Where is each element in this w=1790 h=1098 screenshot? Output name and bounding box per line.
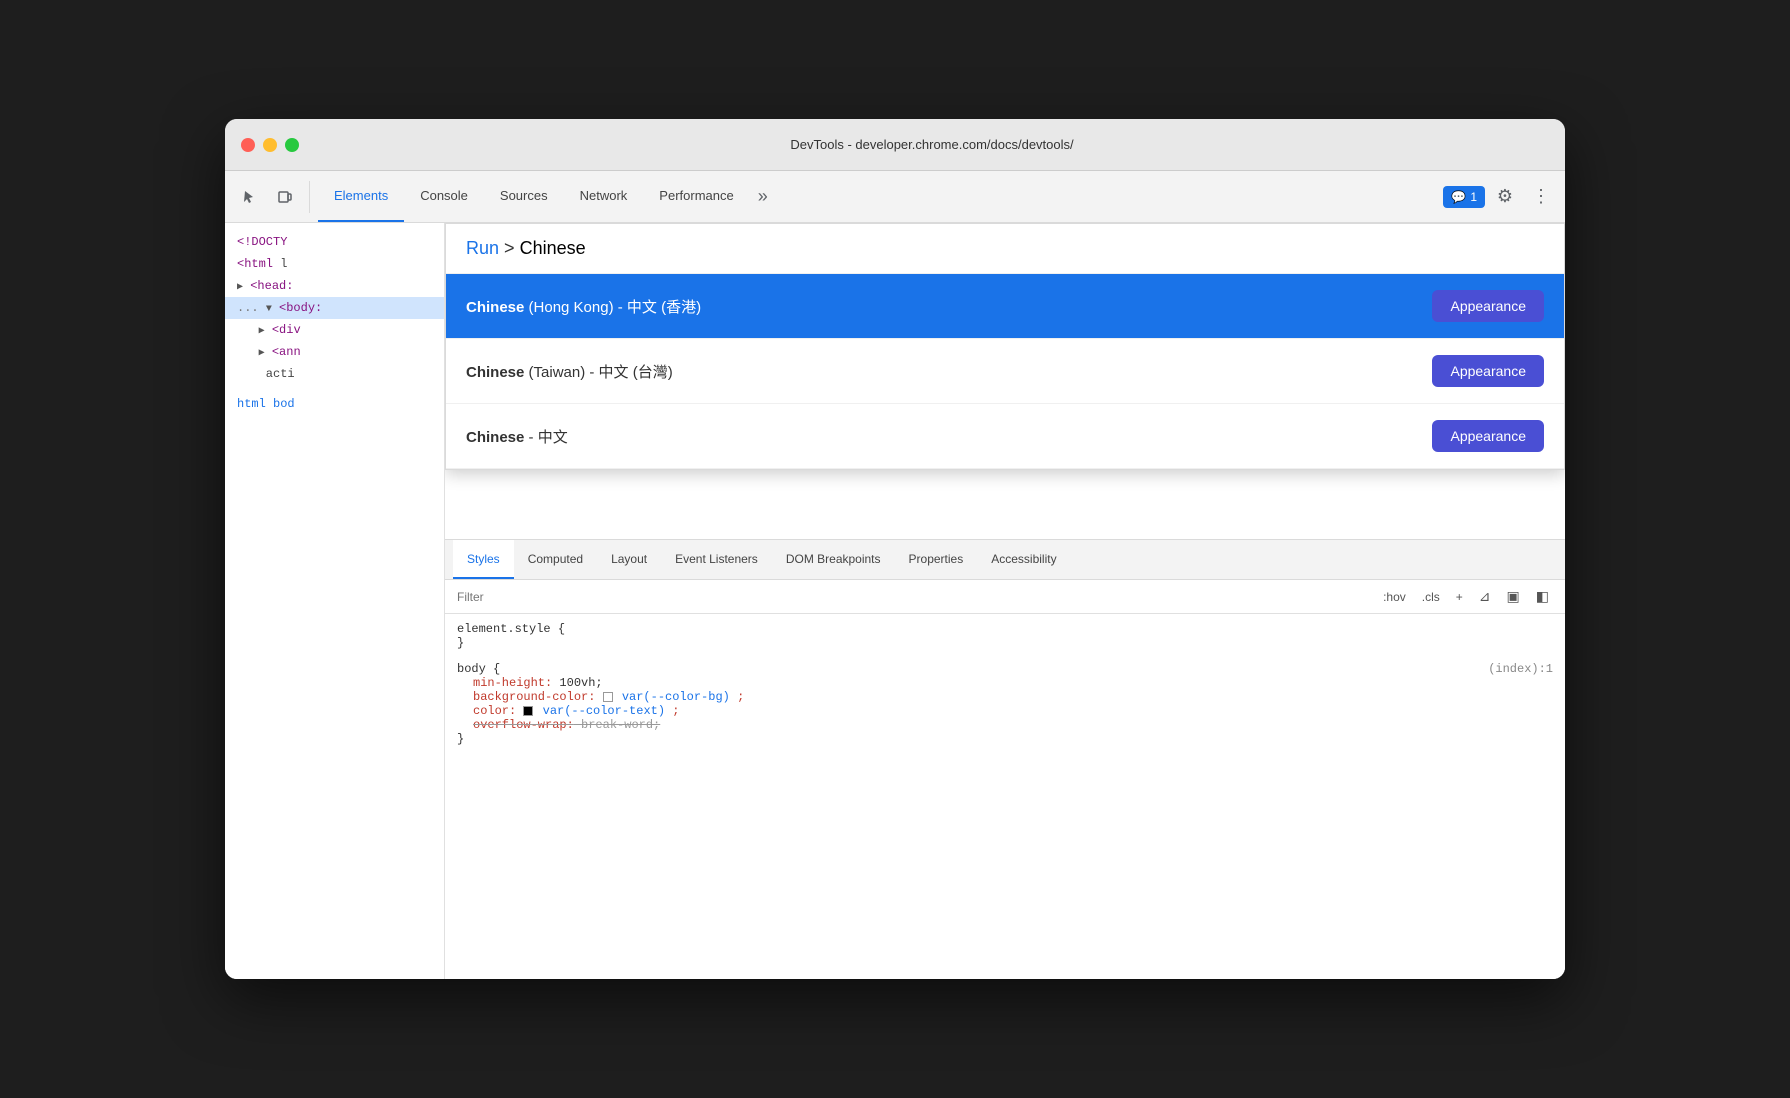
toolbar: Elements Console Sources Network Perform… [225, 171, 1565, 223]
item-name-rest: - 中文 [529, 429, 568, 446]
subtab-dom-breakpoints[interactable]: DOM Breakpoints [772, 540, 895, 579]
css-property-bg-color: background-color: var(--color-bg) ; [473, 690, 1553, 704]
breadcrumb-body[interactable]: bod [273, 397, 295, 411]
subtab-layout[interactable]: Layout [597, 540, 661, 579]
subtab-computed[interactable]: Computed [514, 540, 597, 579]
css-var-bg: var(--color-bg) [622, 690, 730, 704]
main-content: <!DOCTY <html l ▶ <head: ... ▼ <body: [225, 223, 1565, 979]
item-name-rest: (Hong Kong) - 中文 (香港) [529, 299, 702, 316]
dom-line[interactable]: ▶ <ann [225, 341, 444, 363]
css-property-color: color: var(--color-text) ; [473, 704, 1553, 718]
minimize-button[interactable] [263, 138, 277, 152]
item-text-taiwan: Chinese (Taiwan) - 中文 (台灣) [466, 361, 673, 382]
body-rule: body { (index):1 min-height: 100vh; back… [457, 662, 1553, 746]
sidebar-icon[interactable]: ▣ [1503, 586, 1524, 607]
item-text-chinese: Chinese - 中文 [466, 426, 568, 447]
subtab-styles[interactable]: Styles [453, 540, 514, 579]
more-tabs-button[interactable]: » [750, 171, 776, 222]
dom-line[interactable]: ▶ <head: [225, 275, 444, 297]
devtools-panel: Elements Console Sources Network Perform… [225, 171, 1565, 979]
command-header: Run > Chinese [446, 224, 1564, 274]
cursor-icon[interactable] [233, 181, 265, 213]
filter-actions: :hov .cls + ⊿ ▣ ◧ [1379, 586, 1553, 607]
dom-line: <!DOCTY [225, 231, 444, 253]
dom-panel: <!DOCTY <html l ▶ <head: ... ▼ <body: [225, 223, 445, 979]
dropdown-item-taiwan[interactable]: Chinese (Taiwan) - 中文 (台灣) Appearance [446, 339, 1564, 404]
css-selector: element.style { [457, 622, 1553, 636]
settings-button[interactable]: ⚙ [1489, 181, 1521, 213]
maximize-button[interactable] [285, 138, 299, 152]
styles-panel: Styles Computed Layout Event Listeners D [445, 539, 1565, 979]
css-property-overflow-wrap: overflow-wrap: break-word; [473, 718, 1553, 732]
dropdown-item-hong-kong[interactable]: Chinese (Hong Kong) - 中文 (香港) Appearance [446, 274, 1564, 339]
device-icon[interactable] [269, 181, 301, 213]
subtab-accessibility[interactable]: Accessibility [977, 540, 1070, 579]
subtab-event-listeners[interactable]: Event Listeners [661, 540, 772, 579]
run-label: Run [466, 238, 499, 258]
title-bar: DevTools - developer.chrome.com/docs/dev… [225, 119, 1565, 171]
tab-elements[interactable]: Elements [318, 171, 404, 222]
dom-line[interactable]: <html l [225, 253, 444, 275]
css-source-link[interactable]: (index):1 [1488, 662, 1553, 676]
plus-button[interactable]: + [1452, 588, 1467, 606]
toolbar-icons [233, 181, 310, 213]
appearance-button-taiwan[interactable]: Appearance [1432, 355, 1544, 387]
color-swatch-black [523, 706, 533, 716]
feedback-button[interactable]: 💬 1 [1443, 186, 1485, 208]
command-dropdown: Run > Chinese Chinese (Hong Kong) - 中文 (… [445, 223, 1565, 470]
close-button[interactable] [241, 138, 255, 152]
more-options-button[interactable]: ⋮ [1525, 181, 1557, 213]
filter-bar: :hov .cls + ⊿ ▣ ◧ [445, 580, 1565, 614]
css-var-text: var(--color-text) [543, 704, 665, 718]
appearance-button-hong-kong[interactable]: Appearance [1432, 290, 1544, 322]
command-query-text: Chinese [520, 238, 586, 258]
appearance-button-chinese[interactable]: Appearance [1432, 420, 1544, 452]
traffic-lights [241, 138, 299, 152]
tab-sources[interactable]: Sources [484, 171, 564, 222]
css-panel: element.style { } body { (index):1 min-h… [445, 614, 1565, 979]
subtabs: Styles Computed Layout Event Listeners D [445, 540, 1565, 580]
dom-line: acti [225, 363, 444, 385]
command-query: > [504, 238, 515, 258]
dom-line[interactable]: ▶ <div [225, 319, 444, 341]
color-swatch-white [603, 692, 613, 702]
breadcrumb-html[interactable]: html [237, 397, 266, 411]
dropdown-item-chinese[interactable]: Chinese - 中文 Appearance [446, 404, 1564, 469]
window-title: DevTools - developer.chrome.com/docs/dev… [315, 137, 1549, 152]
cls-button[interactable]: .cls [1418, 588, 1444, 606]
tab-performance[interactable]: Performance [643, 171, 749, 222]
right-area: Run > Chinese Chinese (Hong Kong) - 中文 (… [445, 223, 1565, 979]
css-body-selector: body { [457, 662, 500, 676]
adjust-icon[interactable]: ⊿ [1475, 586, 1495, 607]
css-close-brace: } [457, 636, 1553, 650]
filter-input[interactable] [457, 590, 1379, 604]
toolbar-right: 💬 1 ⚙ ⋮ [1443, 181, 1557, 213]
item-name-rest: (Taiwan) - 中文 (台灣) [529, 364, 673, 381]
dom-line[interactable]: ... ▼ <body: [225, 297, 444, 319]
tab-console[interactable]: Console [404, 171, 484, 222]
css-close-brace-body: } [457, 732, 1553, 746]
item-name-bold: Chinese [466, 429, 524, 446]
devtools-window: DevTools - developer.chrome.com/docs/dev… [225, 119, 1565, 979]
css-property-min-height: min-height: 100vh; [473, 676, 1553, 690]
item-text-hong-kong: Chinese (Hong Kong) - 中文 (香港) [466, 296, 701, 317]
item-name-bold: Chinese [466, 299, 524, 316]
hov-button[interactable]: :hov [1379, 588, 1410, 606]
layout-icon[interactable]: ◧ [1532, 586, 1553, 607]
main-tabs: Elements Console Sources Network Perform… [318, 171, 1443, 222]
element-style-rule: element.style { } [457, 622, 1553, 650]
item-name-bold: Chinese [466, 364, 524, 381]
subtab-properties[interactable]: Properties [895, 540, 978, 579]
tab-network[interactable]: Network [564, 171, 644, 222]
